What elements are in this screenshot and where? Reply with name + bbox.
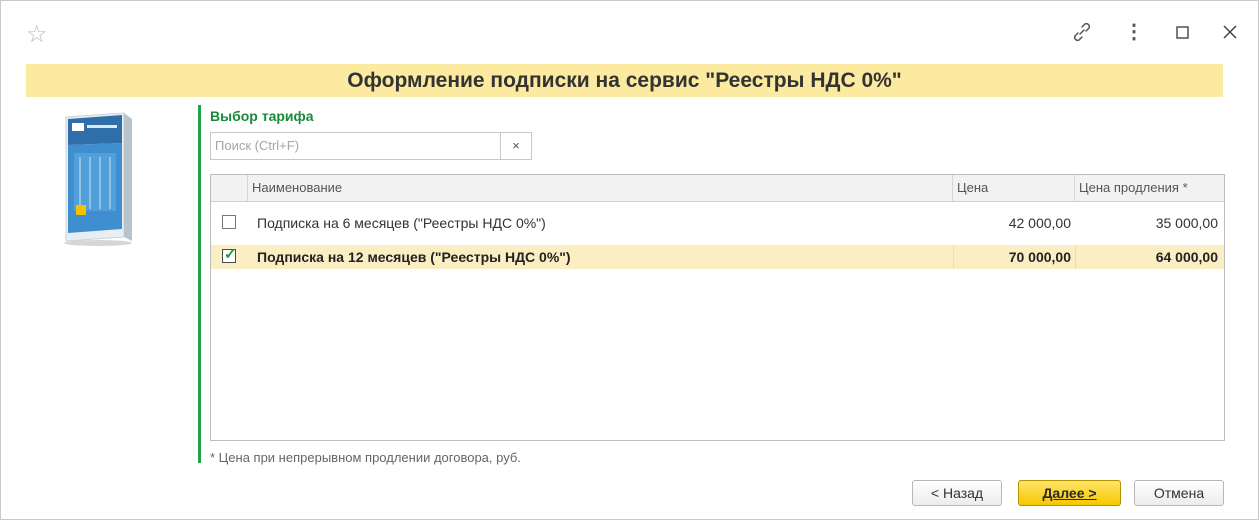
header-check-column (211, 175, 248, 201)
close-icon[interactable] (1219, 21, 1241, 47)
row-checkbox[interactable] (222, 215, 236, 229)
section-title: Выбор тарифа (210, 108, 314, 124)
header-name[interactable]: Наименование (248, 175, 953, 201)
cancel-button[interactable]: Отмена (1134, 480, 1224, 506)
row-checkbox-checked[interactable]: ✓ (222, 246, 237, 263)
header-price[interactable]: Цена (953, 175, 1075, 201)
section-divider (198, 105, 201, 463)
next-button[interactable]: Далее > (1018, 480, 1121, 506)
back-button[interactable]: < Назад (912, 480, 1002, 506)
clear-icon[interactable]: × (500, 133, 531, 159)
row-renew-price: 35 000,00 (1155, 215, 1218, 231)
check-icon: ✓ (224, 246, 237, 263)
table-header: Наименование Цена Цена продления * (211, 175, 1224, 202)
maximize-icon[interactable] (1171, 21, 1193, 48)
row-price: 42 000,00 (1008, 215, 1071, 231)
table-row[interactable]: Подписка на 6 месяцев ("Реестры НДС 0%")… (211, 211, 1224, 235)
page-title: Оформление подписки на сервис "Реестры Н… (347, 69, 902, 92)
dialog-window: ☆ ⋮ Оформление подписки на сервис "Реест… (0, 0, 1259, 520)
footnote: * Цена при непрерывном продлении договор… (210, 450, 521, 465)
row-name: Подписка на 6 месяцев ("Реестры НДС 0%") (257, 215, 546, 231)
title-bar: ☆ ⋮ (1, 1, 1258, 59)
search-input[interactable] (211, 133, 503, 157)
table-row-selected[interactable]: ✓ Подписка на 12 месяцев ("Реестры НДС 0… (211, 245, 1224, 269)
star-icon[interactable]: ☆ (26, 23, 48, 47)
tariff-table: Наименование Цена Цена продления * Подпи… (210, 174, 1225, 441)
header-renew-price[interactable]: Цена продления * (1075, 175, 1224, 201)
row-price: 70 000,00 (953, 245, 1071, 269)
row-renew-price: 64 000,00 (1075, 245, 1218, 269)
product-box-image (56, 109, 138, 247)
title-banner: Оформление подписки на сервис "Реестры Н… (26, 64, 1223, 97)
search-box: × (210, 132, 532, 160)
more-icon[interactable]: ⋮ (1123, 21, 1145, 43)
link-icon[interactable] (1071, 21, 1093, 48)
row-name: Подписка на 12 месяцев ("Реестры НДС 0%"… (257, 249, 571, 265)
